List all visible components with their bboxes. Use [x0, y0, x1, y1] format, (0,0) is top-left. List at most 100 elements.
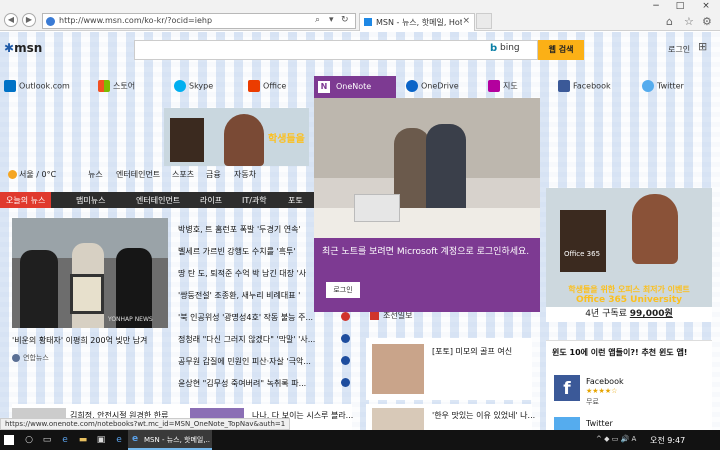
address-url[interactable]: http://www.msn.com/ko-kr/?ocid=iehp [59, 16, 212, 25]
category-entertainment[interactable]: 엔터테인먼트 [116, 169, 160, 180]
category-news[interactable]: 뉴스 [88, 169, 103, 180]
weather-widget[interactable]: 서울 / 0°C [8, 169, 56, 180]
edge-icon[interactable]: e [58, 433, 72, 447]
service-maps[interactable]: 지도 [488, 80, 518, 94]
twitter-app-name[interactable]: Twitter [586, 419, 613, 428]
headline-text: 공무원 갑질에 민원인 피산·자살 '극악... [178, 357, 311, 366]
office-promo-banner[interactable]: 학생들을 [164, 108, 309, 166]
price-prefix: 4년 구독료 [585, 309, 630, 319]
headline-item[interactable]: '북 인공위성 '광명성4호' 작동 불능 주... [178, 312, 350, 324]
portrait-frame [70, 274, 104, 314]
bing-icon: b [490, 43, 498, 54]
story-card[interactable]: '한우 맛있는 이유 있었네' 나... [366, 404, 536, 430]
service-outlook[interactable]: Outlook.com [4, 80, 70, 94]
new-tab-button[interactable] [476, 13, 492, 29]
close-tab-icon[interactable]: × [462, 16, 470, 26]
taskbar: ○ ▭ e ▬ ▣ e e MSN - 뉴스, 핫메일,... ^ ◆ ▭ 🔊 … [0, 430, 720, 450]
twitter-app-icon[interactable] [554, 417, 580, 430]
task-view-icon[interactable]: ▭ [40, 433, 54, 447]
butterfly-icon: ✱ [4, 41, 15, 55]
system-tray[interactable]: ^ ◆ ▭ 🔊 A [596, 435, 636, 443]
store-icon[interactable]: ▣ [94, 433, 108, 447]
promo-text: 학생들을 [268, 134, 305, 145]
service-twitter[interactable]: Twitter [642, 80, 684, 94]
office-box-image [170, 118, 204, 162]
apps-title[interactable]: 윈도 10에 이런 앱들이?! 추천 윈도 앱! [552, 347, 687, 358]
facebook-app-icon[interactable]: f [554, 375, 580, 401]
site-icon [46, 17, 55, 26]
headline-text: 땅 탄 도, 퇴적준 수억 박 남긴 대장 '사 [178, 269, 307, 278]
browser-chrome: ◀ ▶ http://www.msn.com/ko-kr/?ocid=iehp … [0, 0, 720, 31]
apps-grid-icon[interactable]: ⊞ [698, 40, 712, 54]
back-button[interactable]: ◀ [4, 13, 18, 27]
main-story-headline[interactable]: '비운의 황태자' 이평희 200억 빚만 남겨 [12, 335, 172, 346]
chosun-icon [370, 311, 379, 320]
browser-tab[interactable]: MSN - 뉴스, 핫메일, Hotm... × [359, 13, 475, 31]
source-name: 조선일보 [383, 311, 413, 320]
close-window-button[interactable]: × [694, 0, 718, 12]
service-onedrive[interactable]: OneDrive [406, 80, 459, 94]
facebook-icon [558, 80, 570, 92]
headline-item[interactable]: 정청래 "다신 그러지 않겠다" '막말' '사... [178, 334, 350, 346]
headline-text: 정청래 "다신 그러지 않겠다" '막말' '사... [178, 335, 316, 344]
tab-todays-news[interactable]: 오늘의 뉴스 [0, 192, 52, 208]
refresh-icon[interactable]: ↻ [341, 15, 349, 25]
onenote-signin-box: 최근 노트를 보려면 Microsoft 계정으로 로그인하세요. 로그인 [314, 238, 540, 312]
story-title: [포토] 미모의 골프 여신 [432, 347, 513, 356]
category-sports[interactable]: 스포츠 [172, 169, 194, 180]
category-finance[interactable]: 금융 [206, 169, 221, 180]
onenote-login-button[interactable]: 로그인 [326, 282, 360, 298]
windows-start-icon[interactable] [4, 435, 14, 445]
service-office[interactable]: Office [248, 80, 286, 94]
maximize-button[interactable]: □ [668, 0, 692, 12]
onenote-flyout: 최근 노트를 보려면 Microsoft 계정으로 로그인하세요. 로그인 [314, 98, 540, 312]
msn-logo[interactable]: ✱msn [4, 41, 42, 55]
search-input[interactable] [134, 40, 538, 60]
service-facebook[interactable]: Facebook [558, 80, 611, 94]
source-badge-icon [341, 334, 350, 343]
home-icon[interactable]: ⌂ [666, 15, 673, 28]
service-skype[interactable]: Skype [174, 80, 213, 94]
onenote-hero-image [314, 98, 540, 238]
story-title: '한우 맛있는 이유 있었네' 나... [432, 411, 536, 420]
settings-icon[interactable]: ⚙ [702, 15, 712, 28]
main-story-image[interactable]: YONHAP NEWS [12, 218, 168, 328]
promo-line-1: 학생들을 위한 오피스 최저가 이벤트 [568, 285, 690, 294]
headline-text: '쌍둥전설' 조종환, 새누리 비례대표 ' [178, 291, 301, 300]
ie-icon: e [132, 434, 139, 444]
minimize-button[interactable]: − [644, 0, 668, 12]
forward-button[interactable]: ▶ [22, 13, 36, 27]
skype-icon [174, 80, 186, 92]
outlook-icon [4, 80, 16, 92]
headline-item[interactable]: 공무원 갑질에 민원인 피산·자살 '극악... [178, 356, 350, 368]
tab-photo[interactable]: 포토 [288, 195, 303, 206]
favorites-icon[interactable]: ☆ [684, 15, 694, 28]
clock[interactable]: 오전 9:47 [650, 435, 685, 446]
headline-item[interactable]: 윤상현 "김무성 죽여버려" 녹취록 파... [178, 378, 350, 390]
search-icon[interactable]: ○ [22, 433, 36, 447]
rating-stars: ★★★★☆ [586, 387, 618, 395]
office365-promo[interactable]: Office 365 학생들을 위한 오피스 최저가 이벤트 Office 36… [546, 188, 712, 322]
taskbar-ie-window[interactable]: e MSN - 뉴스, 핫메일,... [128, 430, 212, 450]
address-bar[interactable]: http://www.msn.com/ko-kr/?ocid=iehp ⌕ ▾ … [42, 13, 356, 29]
search-icon[interactable]: ⌕ [315, 15, 320, 25]
ie-icon[interactable]: e [112, 433, 126, 447]
promo-price: 4년 구독료 99,000원 [546, 307, 712, 322]
app-price: 무료 [586, 398, 599, 406]
tab-it-science[interactable]: IT/과학 [242, 195, 267, 206]
service-store[interactable]: 스토어 [98, 80, 135, 94]
price-value: 99,000원 [629, 309, 673, 319]
headline-text: 벨세르 가르빈 강행도 수치를 '흑투' [178, 247, 296, 256]
facebook-app-name[interactable]: Facebook [586, 377, 624, 386]
photo-story-card[interactable]: [포토] 미모의 골프 여신 [366, 338, 532, 400]
file-explorer-icon[interactable]: ▬ [76, 433, 90, 447]
headline-text: 박병호, 트 홈런포 폭발 '두경기 연속' [178, 225, 301, 234]
tab-news-2[interactable]: 맵미뉴스 [76, 195, 105, 206]
service-onenote[interactable]: N OneNote [314, 76, 396, 98]
category-autos[interactable]: 자동차 [234, 169, 256, 180]
tab-entertainment[interactable]: 엔터테인먼트 [136, 195, 180, 206]
login-link[interactable]: 로그인 [668, 44, 690, 55]
dropdown-icon[interactable]: ▾ [329, 15, 334, 25]
tab-life[interactable]: 라이프 [200, 195, 222, 206]
web-search-button[interactable]: 웹 검색 [538, 40, 584, 60]
